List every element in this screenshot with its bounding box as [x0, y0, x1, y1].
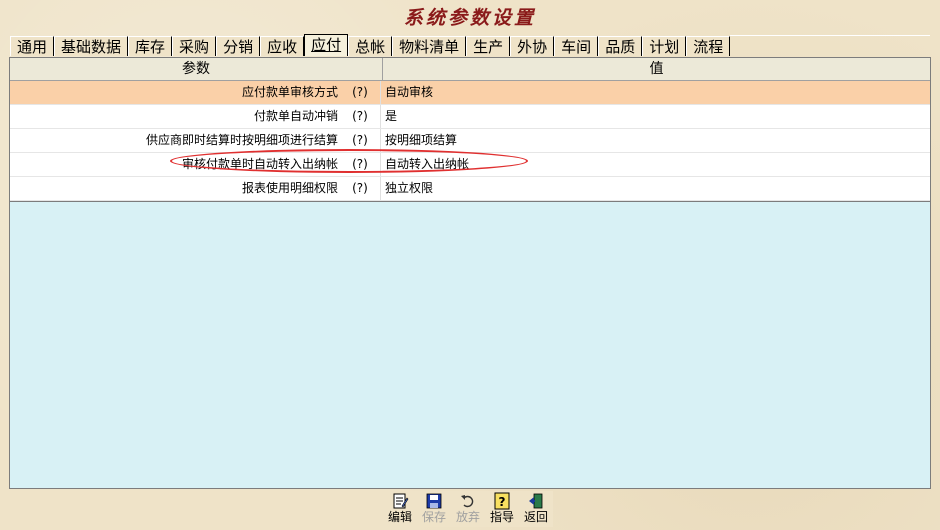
tab-distribution[interactable]: 分销 — [216, 36, 261, 56]
tab-bar: 通用 基础数据 库存 采购 分销 应收 应付 总帐 物料清单 生产 外协 车间 … — [10, 34, 930, 56]
help-link[interactable]: (?) — [340, 81, 380, 104]
param-value[interactable]: 自动转入出纳帐 — [380, 153, 930, 176]
back-button[interactable]: 返回 — [519, 491, 553, 527]
back-label: 返回 — [523, 510, 548, 524]
edit-label: 编辑 — [387, 510, 412, 524]
help-link[interactable]: (?) — [340, 105, 380, 128]
param-value[interactable]: 是 — [380, 105, 930, 128]
tab-receivable[interactable]: 应收 — [260, 36, 305, 56]
guide-button[interactable]: ? 指导 — [485, 491, 519, 527]
column-header-value[interactable]: 值 — [383, 58, 930, 80]
help-icon: ? — [494, 492, 510, 510]
edit-button[interactable]: 编辑 — [383, 491, 417, 527]
bottom-toolbar: 编辑 保存 放弃 ? 指导 返回 — [383, 491, 553, 527]
discard-label: 放弃 — [455, 510, 480, 524]
edit-icon — [393, 493, 409, 509]
tab-basic-data[interactable]: 基础数据 — [54, 36, 129, 56]
table-row[interactable]: 报表使用明细权限 (?) 独立权限 — [10, 177, 930, 201]
tab-plan[interactable]: 计划 — [642, 36, 687, 56]
table-row[interactable]: 应付款单审核方式 (?) 自动审核 — [10, 81, 930, 105]
table-row[interactable]: 供应商即时结算时按明细项进行结算 (?) 按明细项结算 — [10, 129, 930, 153]
param-value[interactable]: 自动审核 — [380, 81, 930, 104]
help-link[interactable]: (?) — [340, 153, 380, 176]
param-name: 付款单自动冲销 — [253, 109, 338, 123]
tab-workflow[interactable]: 流程 — [686, 36, 731, 56]
save-icon — [426, 493, 442, 509]
save-label: 保存 — [421, 510, 446, 524]
undo-icon — [461, 495, 474, 508]
tab-workshop[interactable]: 车间 — [554, 36, 599, 56]
help-link[interactable]: (?) — [340, 177, 380, 200]
tab-quality[interactable]: 品质 — [598, 36, 643, 56]
window-title: 系统参数设置 — [403, 7, 536, 29]
help-link[interactable]: (?) — [340, 129, 380, 152]
param-name: 供应商即时结算时按明细项进行结算 — [145, 133, 338, 147]
param-name: 应付款单审核方式 — [241, 85, 338, 99]
tab-general[interactable]: 通用 — [10, 36, 55, 56]
tab-inventory[interactable]: 库存 — [128, 36, 173, 56]
grid-header: 参数 值 — [10, 58, 930, 81]
tab-bar-filler — [730, 35, 930, 56]
param-name: 报表使用明细权限 — [241, 181, 338, 195]
tab-ledger[interactable]: 总帐 — [348, 36, 393, 56]
column-header-param[interactable]: 参数 — [10, 58, 383, 80]
exit-icon — [529, 493, 543, 509]
tab-production[interactable]: 生产 — [466, 36, 511, 56]
parameter-grid[interactable]: 参数 值 应付款单审核方式 (?) 自动审核 付款单自动冲销 (?) 是 供应商… — [9, 57, 931, 489]
save-button[interactable]: 保存 — [417, 491, 451, 527]
param-value[interactable]: 按明细项结算 — [380, 129, 930, 152]
param-name: 审核付款单时自动转入出纳帐 — [181, 157, 338, 171]
table-row[interactable]: 审核付款单时自动转入出纳帐 (?) 自动转入出纳帐 — [10, 153, 930, 177]
param-value[interactable]: 独立权限 — [380, 177, 930, 200]
tab-payable[interactable]: 应付 — [304, 34, 349, 56]
tab-outsourcing[interactable]: 外协 — [510, 36, 555, 56]
tab-purchase[interactable]: 采购 — [172, 36, 217, 56]
table-row[interactable]: 付款单自动冲销 (?) 是 — [10, 105, 930, 129]
svg-text:?: ? — [499, 495, 506, 509]
grid-rows: 应付款单审核方式 (?) 自动审核 付款单自动冲销 (?) 是 供应商即时结算时… — [10, 81, 930, 202]
discard-button[interactable]: 放弃 — [451, 491, 485, 527]
tab-bom[interactable]: 物料清单 — [392, 36, 467, 56]
guide-label: 指导 — [489, 510, 514, 524]
